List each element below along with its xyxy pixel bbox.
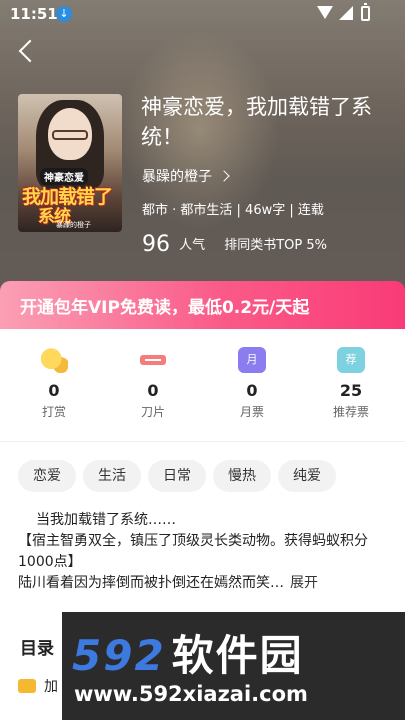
cover-author: 暴躁的橙子 xyxy=(56,221,91,229)
watermark-logo: 592 软件园 xyxy=(72,622,304,683)
rank-label: 排同类书TOP 5% xyxy=(224,238,327,253)
wifi-icon xyxy=(317,6,333,19)
stat-label: 月票 xyxy=(239,405,264,419)
toc-first-chapter[interactable]: 加 xyxy=(18,676,58,696)
toc-heading: 目录 xyxy=(20,639,54,659)
book-description: 当我加载错了系统…… 【宿主智勇双全，镇压了顶级灵长类动物。获得蚂蚁积分1000… xyxy=(18,510,390,594)
stats-row: 0 打赏 0 刀片 月 0 月票 荐 25 推荐票 xyxy=(0,329,405,437)
description-line: 【宿主智勇双全，镇压了顶级灵长类动物。获得蚂蚁积分1000点】 xyxy=(18,533,368,570)
author-link[interactable]: 暴躁的橙子 xyxy=(142,166,230,186)
tag-chip[interactable]: 生活 xyxy=(83,460,141,492)
status-icons xyxy=(317,3,377,22)
divider xyxy=(0,441,405,442)
stat-value: 0 xyxy=(48,381,60,400)
tag-chip[interactable]: 纯爱 xyxy=(278,460,336,492)
battery-icon xyxy=(361,3,370,21)
watermark-name: 软件园 xyxy=(171,631,304,680)
expand-button[interactable]: 展开 xyxy=(290,575,318,591)
back-button[interactable] xyxy=(16,40,40,64)
description-line: 陆川看着因为摔倒而被扑倒还在嫣然而笑… xyxy=(18,575,284,591)
vip-banner[interactable]: 开通包年VIP免费读，最低0.2元/天起 xyxy=(0,281,405,329)
blade-icon xyxy=(139,347,167,373)
status-time: 11:51 xyxy=(10,5,58,23)
popularity-row: 96 人气 排同类书TOP 5% xyxy=(142,232,327,257)
book-title: 神豪恋爱，我加载错了系统！ xyxy=(141,95,372,149)
coin-icon xyxy=(40,347,68,373)
popularity-label: 人气 xyxy=(179,238,206,253)
watermark-url: www.592xiazai.com xyxy=(74,682,308,706)
watermark-digits: 592 xyxy=(72,631,166,680)
download-icon: ↓ xyxy=(56,6,72,22)
stat-recommend-ticket[interactable]: 荐 25 推荐票 xyxy=(311,347,391,420)
book-cover[interactable]: 神豪恋爱 我加载错了 系统 暴躁的橙子 xyxy=(18,94,122,232)
stat-label: 打赏 xyxy=(41,405,66,419)
stat-value: 0 xyxy=(246,381,258,400)
month-ticket-icon: 月 xyxy=(238,347,266,373)
recommend-ticket-icon: 荐 xyxy=(337,347,365,373)
author-name: 暴躁的橙子 xyxy=(142,169,212,185)
stat-month-ticket[interactable]: 月 0 月票 xyxy=(212,347,292,420)
stat-value: 0 xyxy=(147,381,159,400)
tag-list: 恋爱 生活 日常 慢热 纯爱 xyxy=(18,460,343,492)
book-meta: 都市 · 都市生活 | 46w字 | 连载 xyxy=(142,203,324,218)
stat-label: 刀片 xyxy=(140,405,165,419)
chapter-title: 加 xyxy=(44,679,58,695)
watermark-overlay: 592 软件园 www.592xiazai.com xyxy=(62,612,405,720)
chapter-icon xyxy=(18,679,36,693)
status-bar: 11:51 ↓ xyxy=(0,0,405,28)
chevron-right-icon xyxy=(218,170,230,182)
stat-tip[interactable]: 0 打赏 xyxy=(14,347,94,420)
tag-chip[interactable]: 日常 xyxy=(148,460,206,492)
stat-blade[interactable]: 0 刀片 xyxy=(113,347,193,420)
stat-label: 推荐票 xyxy=(332,405,369,419)
description-line: 当我加载错了系统…… xyxy=(36,512,176,528)
signal-icon xyxy=(339,6,353,20)
tag-chip[interactable]: 恋爱 xyxy=(18,460,76,492)
popularity-value: 96 xyxy=(142,232,170,257)
tag-chip[interactable]: 慢热 xyxy=(213,460,271,492)
stat-value: 25 xyxy=(339,381,363,400)
